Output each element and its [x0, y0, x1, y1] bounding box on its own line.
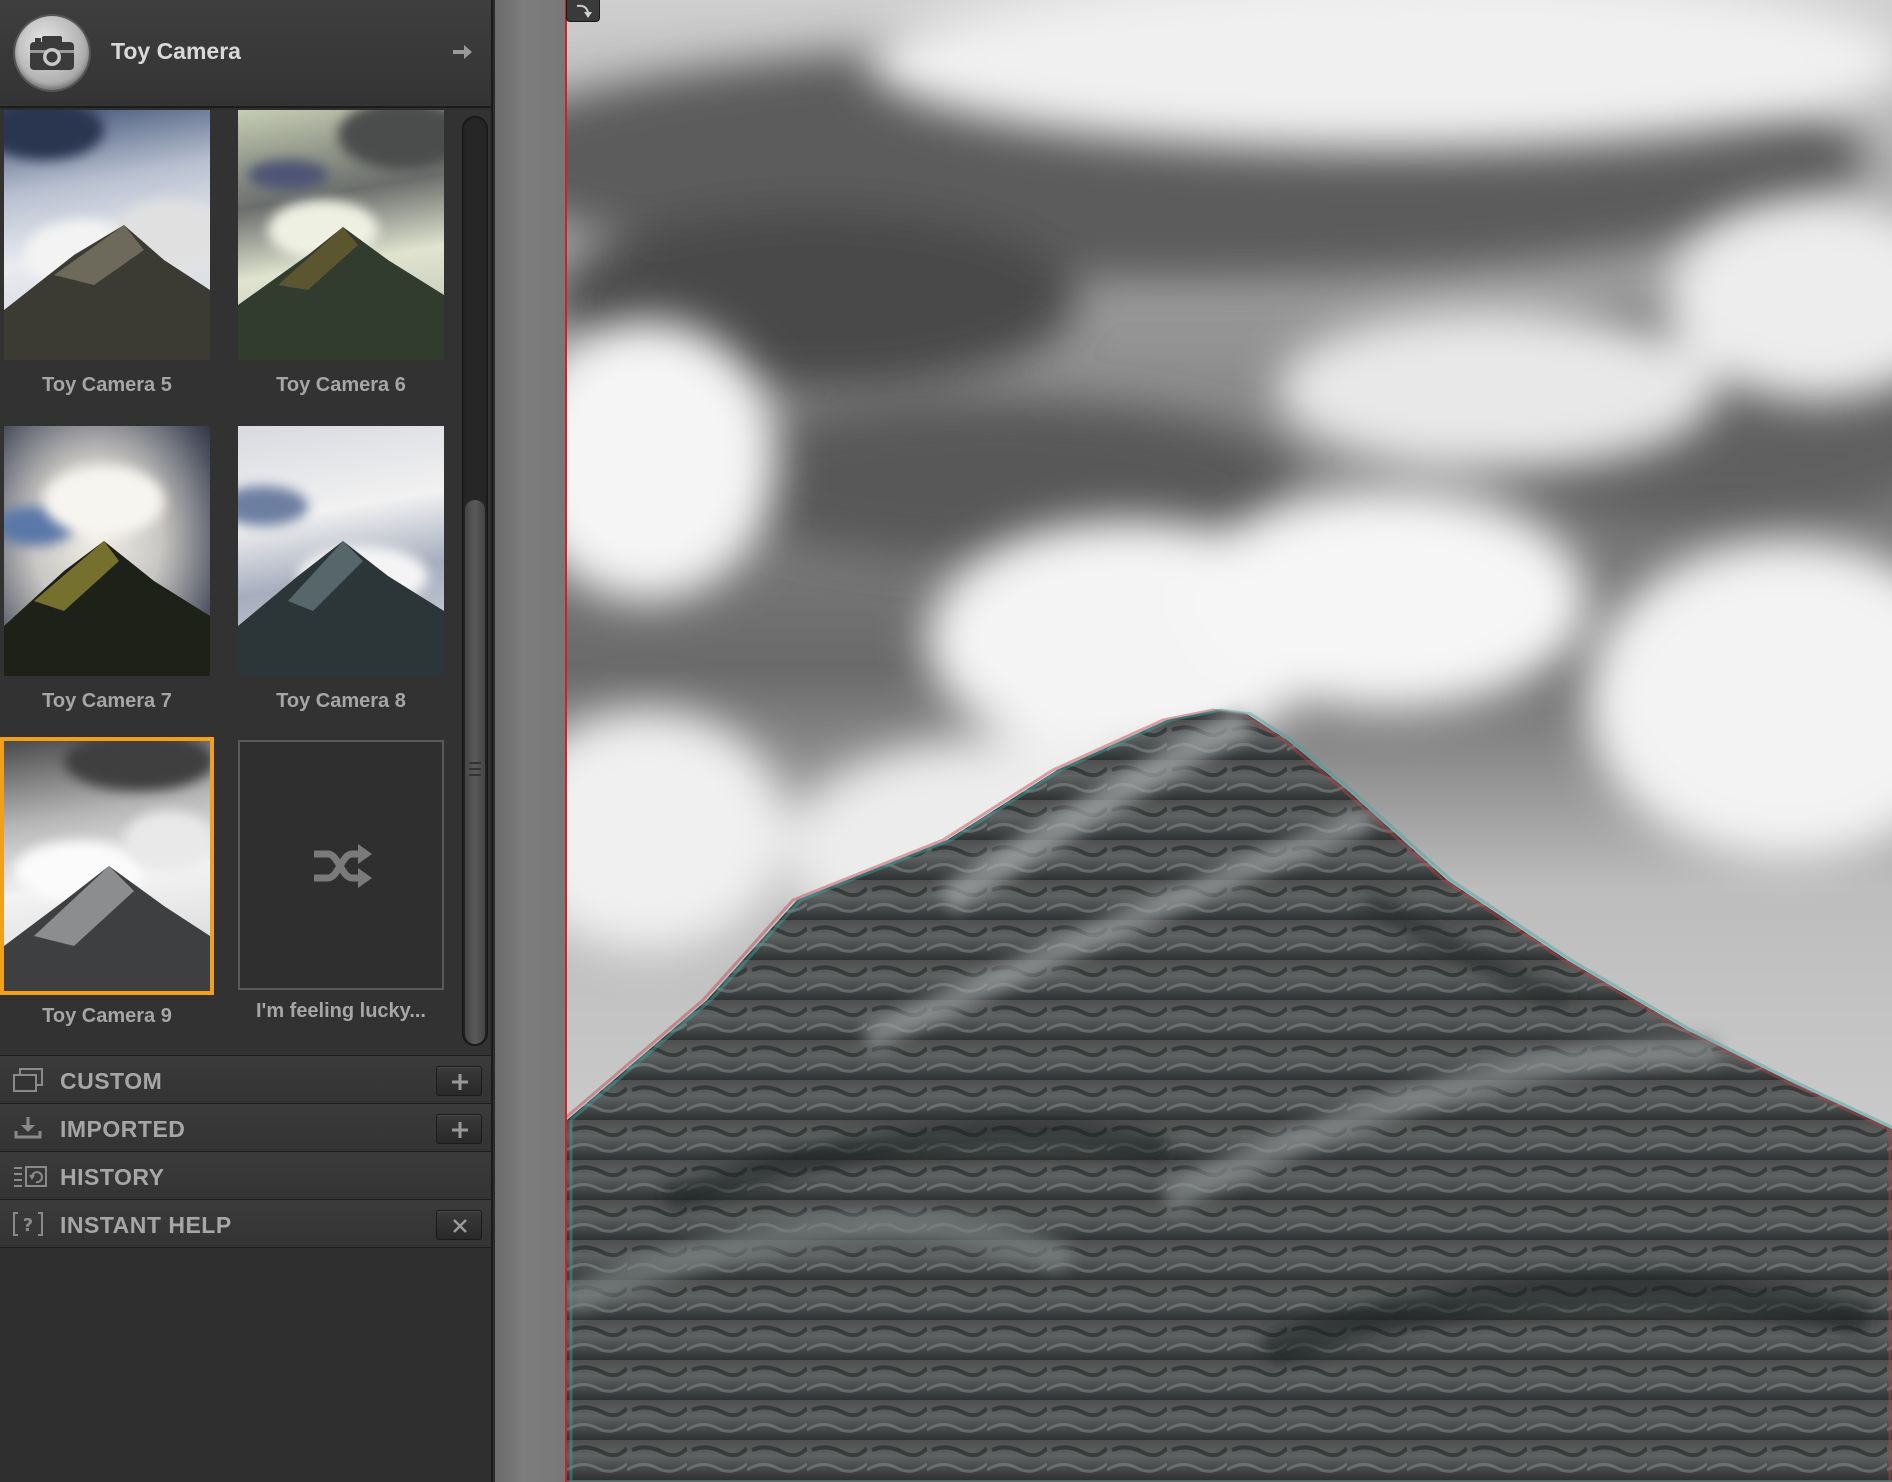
curved-arrow-icon	[576, 4, 592, 18]
help-icon: ?	[12, 1211, 44, 1237]
mountain-photo	[567, 0, 1892, 1482]
random-preset-tile[interactable]	[238, 740, 444, 990]
section-imported[interactable]: IMPORTED	[0, 1103, 491, 1151]
preset-category-title: Toy Camera	[111, 38, 241, 64]
preset-toy-camera-8[interactable]: Toy Camera 8	[238, 426, 448, 713]
preset-label: Toy Camera 7	[42, 690, 172, 712]
preset-thumbnail[interactable]	[4, 426, 210, 676]
section-label: INSTANT HELP	[60, 1212, 232, 1238]
preset-label: Toy Camera 8	[276, 690, 406, 712]
plus-icon	[452, 1074, 468, 1090]
preset-label: Toy Camera 6	[276, 374, 406, 396]
preset-thumbnail[interactable]	[238, 426, 444, 676]
section-custom[interactable]: CUSTOM	[0, 1055, 491, 1103]
import-icon	[12, 1115, 44, 1141]
section-instant-help[interactable]: ? INSTANT HELP	[0, 1199, 491, 1247]
preset-label: Toy Camera 9	[42, 1005, 172, 1027]
photo-preview[interactable]	[565, 0, 1892, 1482]
preset-label: Toy Camera 5	[42, 374, 172, 396]
preset-thumbnail[interactable]	[238, 110, 444, 360]
presets-panel: Toy Camera Toy Camera 5 Toy Camera 6 Toy…	[0, 0, 493, 1482]
preset-thumbnail-selected[interactable]	[0, 737, 214, 995]
preset-feeling-lucky[interactable]: I'm feeling lucky...	[238, 740, 448, 1023]
preset-thumbnail[interactable]	[4, 110, 210, 360]
section-label: CUSTOM	[60, 1068, 163, 1094]
section-label: HISTORY	[60, 1164, 165, 1190]
help-content-area	[0, 1247, 491, 1482]
canvas-gutter	[495, 0, 565, 1482]
preset-toy-camera-9[interactable]: Toy Camera 9	[0, 737, 214, 1028]
close-icon	[453, 1219, 467, 1233]
camera-icon[interactable]	[15, 16, 89, 90]
history-icon	[12, 1163, 47, 1189]
arrow-right-icon[interactable]	[450, 40, 474, 64]
preset-header: Toy Camera	[0, 0, 491, 108]
compare-toggle-button[interactable]	[566, 0, 600, 22]
preset-toy-camera-6[interactable]: Toy Camera 6	[238, 110, 448, 397]
svg-text:?: ?	[23, 1215, 33, 1236]
section-history[interactable]: HISTORY	[0, 1151, 491, 1199]
preset-label: I'm feeling lucky...	[256, 1000, 426, 1022]
plus-icon	[452, 1122, 468, 1138]
shuffle-icon	[312, 842, 374, 895]
preset-toy-camera-7[interactable]: Toy Camera 7	[4, 426, 214, 713]
close-help-button[interactable]	[436, 1210, 482, 1240]
scrollbar-grip-icon	[469, 762, 481, 776]
add-custom-button[interactable]	[436, 1066, 482, 1096]
add-imported-button[interactable]	[436, 1114, 482, 1144]
preset-toy-camera-5[interactable]: Toy Camera 5	[4, 110, 214, 397]
custom-presets-icon	[12, 1067, 44, 1093]
section-label: IMPORTED	[60, 1116, 186, 1142]
